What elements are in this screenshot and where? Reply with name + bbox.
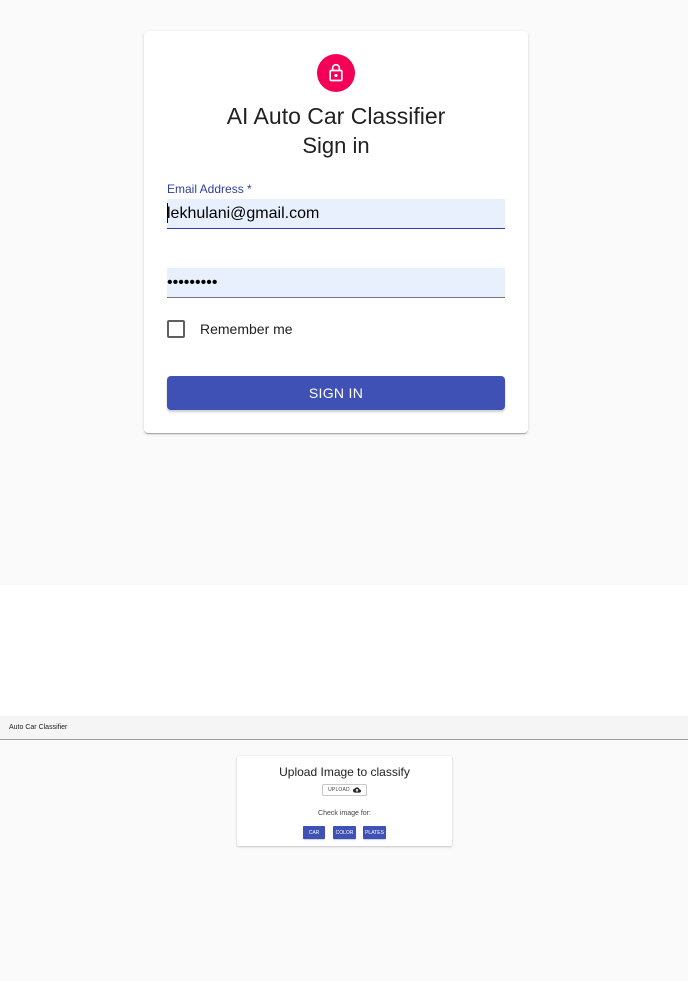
cloud-upload-icon (352, 787, 361, 793)
car-button[interactable]: CAR (303, 826, 325, 839)
sign-in-button[interactable]: SIGN IN (167, 376, 505, 410)
remember-me-checkbox[interactable] (167, 320, 185, 338)
app-bar-title: Auto Car Classifier (9, 724, 68, 731)
check-image-label: Check image for: (318, 810, 371, 817)
app-bar: Auto Car Classifier (0, 716, 688, 740)
app-title: AI Auto Car Classifier (226, 103, 446, 129)
email-label: Email Address * (167, 182, 252, 196)
email-field[interactable] (167, 199, 505, 229)
upload-card: Upload Image to classify UPLOAD Check im… (237, 756, 452, 846)
lock-outline-icon (329, 63, 343, 82)
remember-me-label: Remember me (200, 321, 293, 337)
color-button[interactable]: COLOR (333, 826, 356, 839)
plates-button[interactable]: PLATES (363, 826, 386, 839)
signin-card: AI Auto Car Classifier Sign in Email Add… (144, 31, 528, 433)
password-field[interactable] (167, 268, 505, 298)
lock-avatar (317, 54, 355, 92)
upload-title: Upload Image to classify (279, 765, 410, 779)
page-title: Sign in (302, 133, 370, 158)
remember-me-row[interactable]: Remember me (167, 319, 293, 339)
upload-button[interactable]: UPLOAD (322, 784, 367, 796)
blank-gap (0, 585, 688, 716)
classifier-page: Upload Image to classify UPLOAD Check im… (0, 740, 688, 981)
text-caret (167, 203, 168, 223)
upload-label: UPLOAD (328, 787, 350, 793)
signin-page: AI Auto Car Classifier Sign in Email Add… (0, 0, 688, 585)
